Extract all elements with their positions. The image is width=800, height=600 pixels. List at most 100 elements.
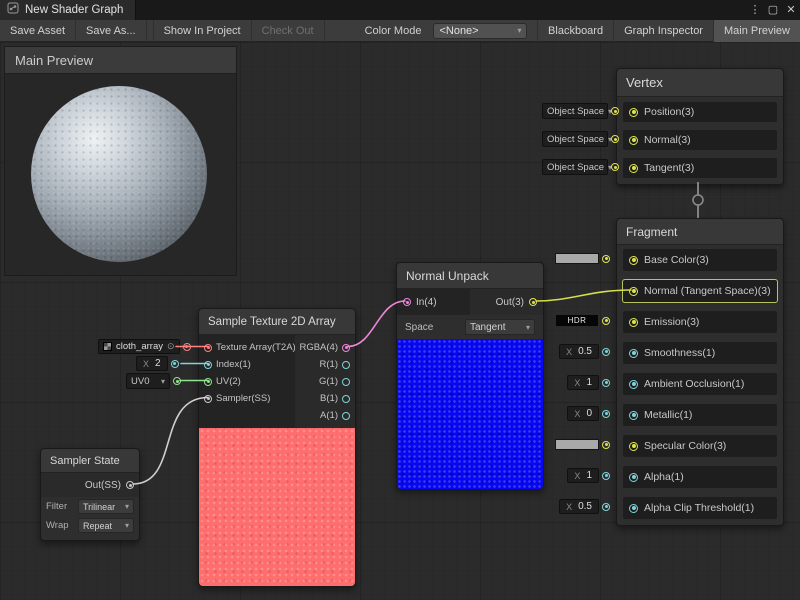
chevron-down-icon: ▾ — [161, 377, 165, 386]
smoothness-port-dot[interactable] — [629, 349, 638, 358]
texture-array-port-dot[interactable] — [204, 344, 212, 352]
widget-output-port[interactable] — [183, 343, 191, 351]
object-picker-icon[interactable]: ⊙ — [167, 342, 175, 351]
sampler-port-dot[interactable] — [204, 395, 212, 403]
out-ss-port-dot[interactable] — [126, 481, 134, 489]
widget-output-port[interactable] — [611, 163, 619, 171]
normal-tangent-port-dot[interactable] — [629, 287, 638, 296]
specular-color-port-dot[interactable] — [629, 442, 638, 451]
sampler-state-node[interactable]: Sampler State Out(SS) Filter Trilinear▾ … — [40, 448, 140, 541]
sampler-state-title: Sampler State — [41, 449, 139, 473]
chevron-down-icon: ▾ — [517, 26, 521, 35]
texture-array-field-widget: cloth_array ⊙ — [98, 339, 191, 354]
widget-output-port[interactable] — [602, 410, 610, 418]
index-port-dot[interactable] — [204, 361, 212, 369]
emission-port-dot[interactable] — [629, 318, 638, 327]
normal-unpack-node[interactable]: Normal Unpack In(4) Out(3) Space Tangent… — [396, 262, 544, 490]
check-out-button[interactable]: Check Out — [252, 20, 325, 42]
port-label: R(1) — [320, 359, 338, 370]
dropdown-value: Object Space — [547, 162, 604, 173]
object-space-dropdown[interactable]: Object Space▾ — [542, 131, 608, 147]
uv-channel-dropdown[interactable]: UV0 ▾ — [126, 373, 170, 389]
metallic-port-dot[interactable] — [629, 411, 638, 420]
in4-input-port: In(4) — [397, 289, 470, 315]
port-label: Sampler(SS) — [216, 393, 270, 404]
color-swatch[interactable] — [555, 253, 599, 264]
float-field[interactable]: X0 — [567, 406, 599, 421]
smoothness-value-widget: X0.5 — [552, 344, 610, 359]
float-field[interactable]: X0.5 — [559, 344, 599, 359]
uv-port-dot[interactable] — [204, 378, 212, 386]
port-label: Smoothness(1) — [644, 347, 715, 359]
widget-output-port[interactable] — [602, 317, 610, 325]
vertex-fragment-connector-handle — [693, 195, 703, 205]
a-port-dot[interactable] — [342, 412, 350, 420]
dropdown-value: UV0 — [131, 376, 149, 387]
save-asset-button[interactable]: Save Asset — [0, 20, 76, 42]
specular-color-widget — [552, 439, 610, 450]
color-mode-dropdown[interactable]: <None> ▾ — [433, 23, 527, 39]
float-field[interactable]: X0.5 — [559, 499, 599, 514]
window-tab[interactable]: New Shader Graph — [0, 0, 136, 20]
blackboard-button[interactable]: Blackboard — [537, 20, 613, 42]
object-space-dropdown[interactable]: Object Space▾ — [542, 103, 608, 119]
save-as-button[interactable]: Save As... — [76, 20, 147, 42]
base-color-port-dot[interactable] — [629, 256, 638, 265]
color-swatch[interactable] — [555, 439, 599, 450]
widget-output-port[interactable] — [602, 379, 610, 387]
show-in-project-button[interactable]: Show In Project — [153, 20, 252, 42]
widget-output-port[interactable] — [602, 472, 610, 480]
rgba-port-dot[interactable] — [342, 344, 350, 352]
b-port-dot[interactable] — [342, 395, 350, 403]
widget-output-port[interactable] — [173, 377, 181, 385]
in4-port-dot[interactable] — [403, 298, 411, 306]
fragment-node[interactable]: Fragment Base Color(3) Normal (Tangent S… — [616, 218, 784, 526]
out3-port-dot[interactable] — [529, 298, 537, 306]
port-label: Alpha(1) — [644, 471, 684, 483]
sample-texture-2d-array-node[interactable]: Sample Texture 2D Array Texture Array(T2… — [198, 308, 356, 587]
alpha-port-dot[interactable] — [629, 473, 638, 482]
float-field[interactable]: X1 — [567, 468, 599, 483]
maximize-icon[interactable]: ▢ — [764, 0, 782, 20]
widget-output-port[interactable] — [602, 441, 610, 449]
graph-canvas[interactable]: Main Preview Vertex Position(3) Normal(3… — [0, 42, 800, 600]
vertex-node[interactable]: Vertex Position(3) Normal(3) Tangent(3) — [616, 68, 784, 185]
graph-inspector-button[interactable]: Graph Inspector — [613, 20, 713, 42]
title-bar: New Shader Graph ⋮ ▢ ✕ — [0, 0, 800, 20]
float-field[interactable]: X1 — [567, 375, 599, 390]
output-ports-column: RGBA(4) R(1) G(1) B(1) A(1) — [295, 335, 355, 428]
widget-output-port[interactable] — [602, 503, 610, 511]
sample-node-title: Sample Texture 2D Array — [199, 309, 355, 335]
more-menu-icon[interactable]: ⋮ — [746, 0, 764, 20]
port-label: Out(3) — [496, 297, 524, 308]
normal-space-widget: Object Space▾ — [542, 131, 619, 147]
main-preview-title[interactable]: Main Preview — [5, 47, 236, 74]
close-icon[interactable]: ✕ — [782, 0, 800, 20]
r-port-dot[interactable] — [342, 361, 350, 369]
ambient-occlusion-port-dot[interactable] — [629, 380, 638, 389]
wrap-dropdown[interactable]: Repeat▾ — [78, 518, 134, 533]
main-preview-button[interactable]: Main Preview — [713, 20, 800, 42]
alpha-clip-port-dot[interactable] — [629, 504, 638, 513]
rgba-output-port: RGBA(4) — [295, 339, 350, 356]
filter-label: Filter — [46, 501, 67, 512]
object-space-dropdown[interactable]: Object Space▾ — [542, 159, 608, 175]
widget-output-port[interactable] — [171, 360, 179, 368]
texture-array-input-port: Texture Array(T2A) — [204, 339, 295, 356]
position-port-dot[interactable] — [629, 108, 638, 117]
widget-output-port[interactable] — [611, 107, 619, 115]
filter-dropdown[interactable]: Trilinear▾ — [78, 499, 134, 514]
tangent-port-dot[interactable] — [629, 164, 638, 173]
port-label: RGBA(4) — [299, 342, 338, 353]
g-port-dot[interactable] — [342, 378, 350, 386]
vertex-port-tangent: Tangent(3) — [623, 158, 777, 178]
normal-port-dot[interactable] — [629, 136, 638, 145]
space-dropdown[interactable]: Tangent▾ — [465, 319, 535, 335]
main-preview-panel[interactable]: Main Preview — [4, 46, 237, 276]
float-field[interactable]: X2 — [136, 356, 168, 371]
texture-object-field[interactable]: cloth_array ⊙ — [98, 339, 180, 354]
widget-output-port[interactable] — [602, 255, 610, 263]
widget-output-port[interactable] — [602, 348, 610, 356]
hdr-color-swatch[interactable]: HDR — [555, 314, 599, 327]
widget-output-port[interactable] — [611, 135, 619, 143]
